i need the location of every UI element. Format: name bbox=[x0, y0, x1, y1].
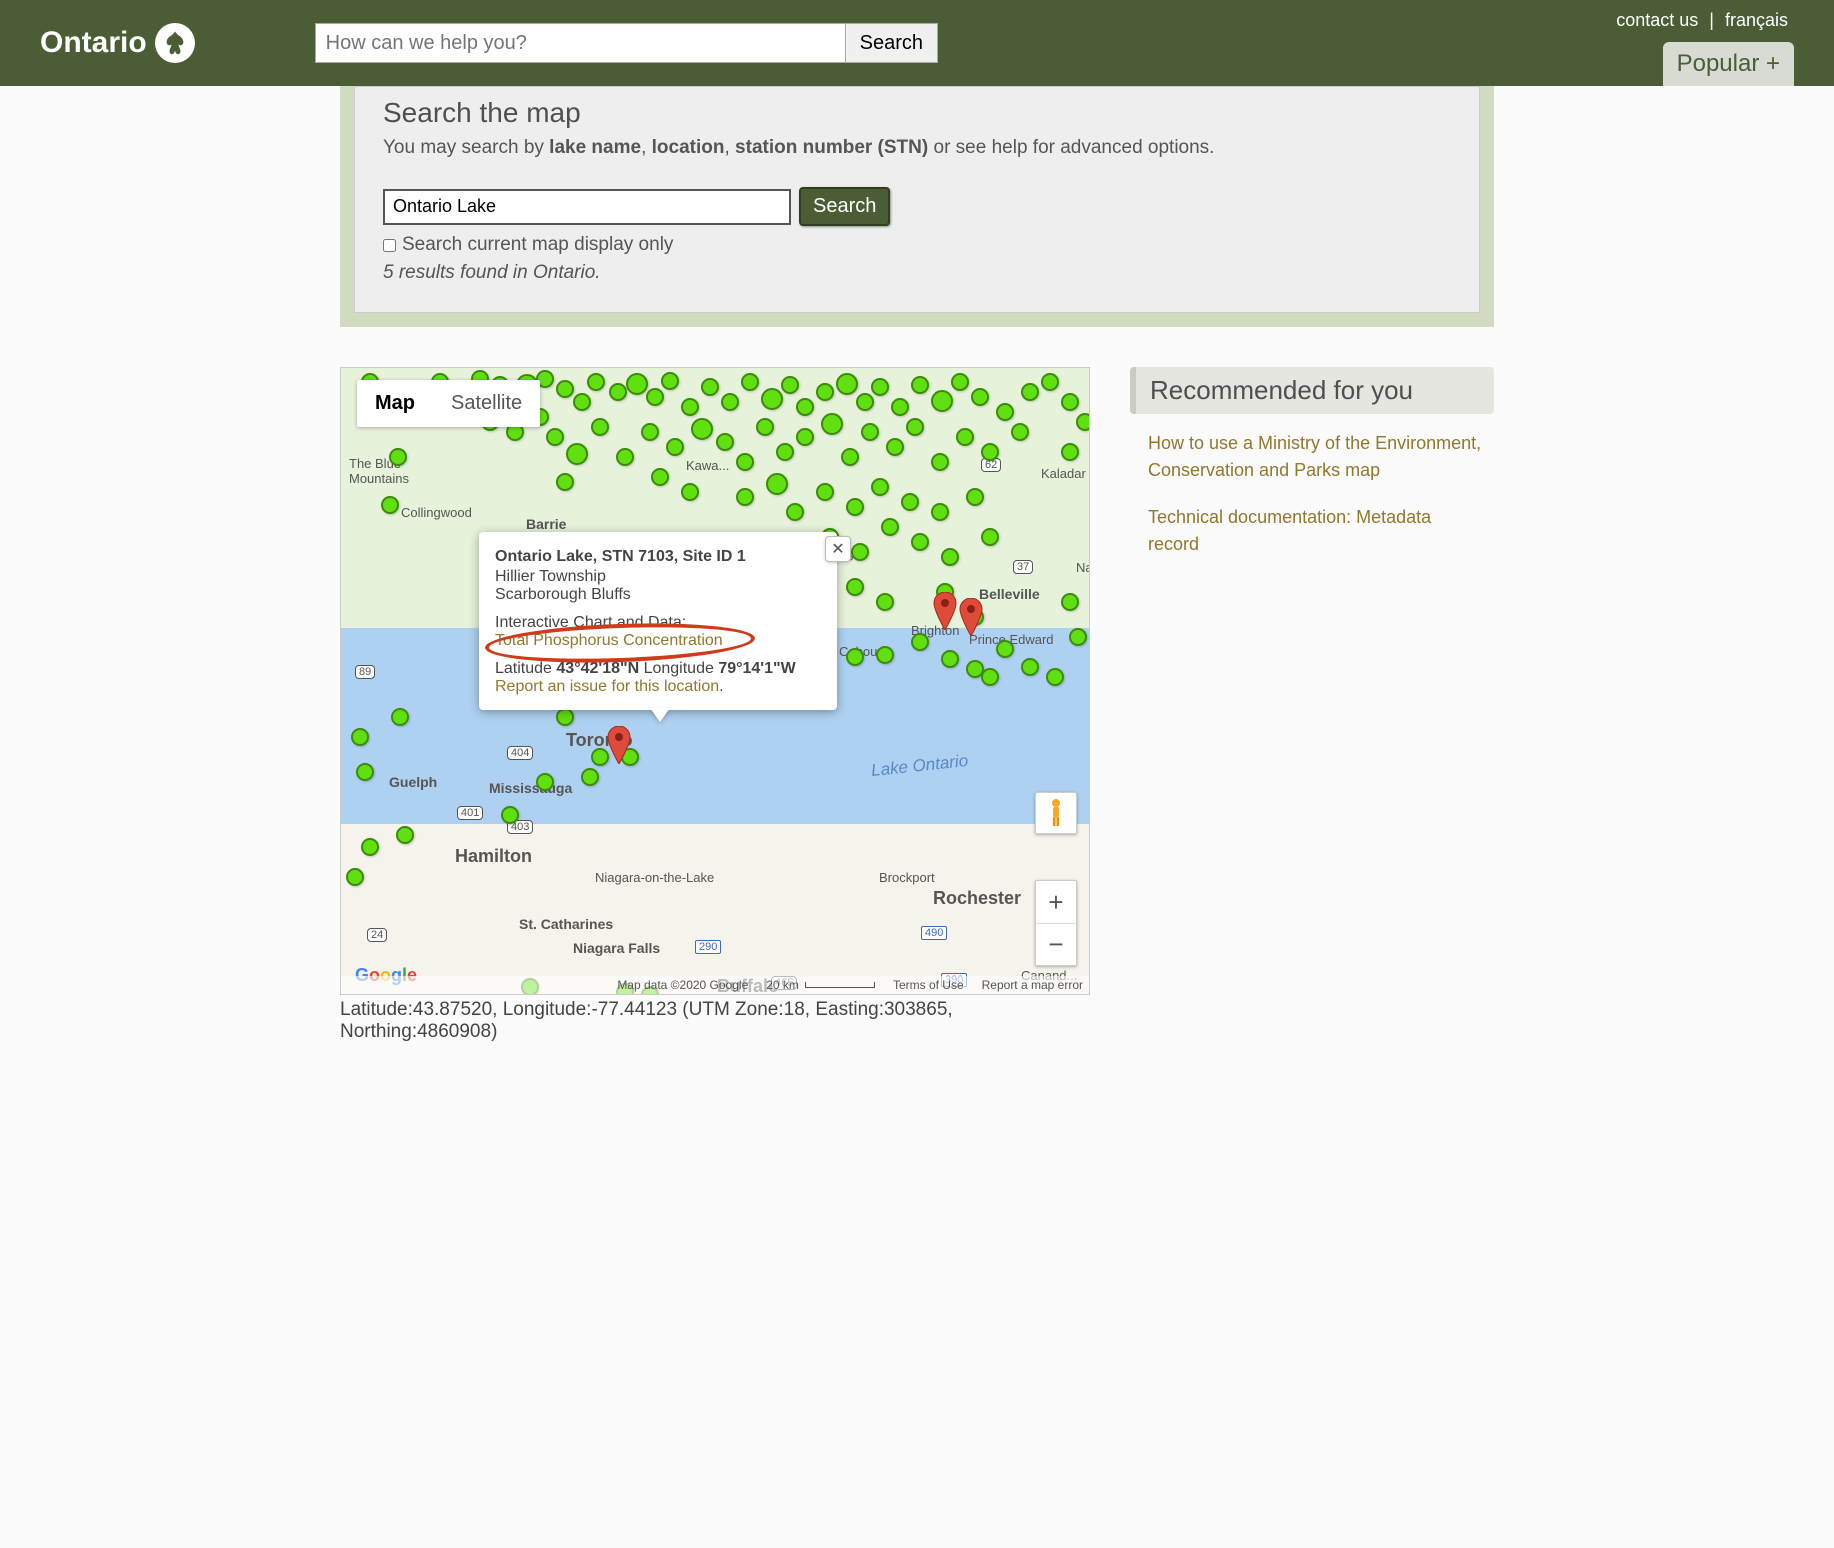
popup-title: Ontario Lake, STN 7103, Site ID 1 bbox=[495, 548, 821, 566]
popup-tail bbox=[650, 708, 670, 722]
map-marker-icon[interactable] bbox=[933, 592, 957, 630]
coord-value: 79°14'1"W bbox=[718, 660, 795, 677]
desc-bold: station number (STN) bbox=[735, 137, 928, 158]
ontario-trillium-icon bbox=[155, 23, 195, 63]
map-land-region bbox=[341, 824, 1089, 994]
map-search-input[interactable] bbox=[383, 189, 791, 225]
recommended-panel: Recommended for you How to use a Ministr… bbox=[1130, 367, 1494, 558]
map-marker-icon[interactable] bbox=[607, 726, 631, 764]
coord-label: Longitude bbox=[639, 660, 718, 677]
streetview-pegman-button[interactable] bbox=[1035, 792, 1077, 834]
route-badge: 404 bbox=[507, 746, 533, 760]
top-utility-links: contact us | français bbox=[1610, 10, 1794, 31]
desc-text: , bbox=[641, 137, 652, 158]
recommended-link[interactable]: How to use a Ministry of the Environment… bbox=[1148, 430, 1484, 484]
interactive-map[interactable]: Lake Ontario The Blue Mountains Collingw… bbox=[340, 367, 1090, 995]
search-map-heading: Search the map bbox=[383, 97, 1451, 129]
scale-text: 20 km bbox=[766, 978, 799, 992]
global-search-button[interactable]: Search bbox=[845, 23, 938, 63]
map-search-button[interactable]: Search bbox=[799, 187, 890, 226]
report-map-error-link[interactable]: Report a map error bbox=[982, 978, 1083, 992]
lake-ontario-label: Lake Ontario bbox=[870, 751, 969, 781]
search-map-panel-outer: Search the map You may search by lake na… bbox=[340, 86, 1494, 327]
popup-coordinates: Latitude 43°42'18"N Longitude 79°14'1"W bbox=[495, 660, 821, 678]
popular-dropdown-toggle[interactable]: Popular + bbox=[1663, 42, 1794, 86]
period: . bbox=[719, 678, 723, 695]
popup-section-label: Interactive Chart and Data: bbox=[495, 614, 821, 632]
search-map-description: You may search by lake name, location, s… bbox=[383, 137, 1451, 159]
pegman-icon bbox=[1044, 798, 1068, 828]
contact-us-link[interactable]: contact us bbox=[1610, 10, 1704, 30]
global-search-input[interactable] bbox=[315, 23, 845, 63]
report-issue-link[interactable]: Report an issue for this location bbox=[495, 678, 719, 695]
coord-label: Latitude bbox=[495, 660, 556, 677]
search-current-display-label[interactable]: Search current map display only bbox=[383, 234, 1451, 256]
city-label: Mississauga bbox=[489, 780, 572, 796]
search-current-display-checkbox[interactable] bbox=[383, 239, 396, 252]
close-icon[interactable]: ✕ bbox=[825, 536, 851, 562]
terms-of-use-link[interactable]: Terms of Use bbox=[893, 978, 964, 992]
station-info-popup: ✕ Ontario Lake, STN 7103, Site ID 1 Hill… bbox=[479, 532, 837, 710]
cursor-coordinates-readout: Latitude:43.87520, Longitude:-77.44123 (… bbox=[340, 999, 1090, 1043]
map-scale: 20 km bbox=[766, 978, 875, 992]
checkbox-text: Search current map display only bbox=[402, 234, 673, 256]
map-tab-map[interactable]: Map bbox=[357, 380, 433, 427]
desc-bold: location bbox=[652, 137, 725, 158]
map-tab-satellite[interactable]: Satellite bbox=[433, 380, 540, 427]
route-badge: 89 bbox=[355, 665, 375, 679]
recommended-heading: Recommended for you bbox=[1130, 367, 1494, 414]
logo-text: Ontario bbox=[40, 26, 147, 60]
city-label: Guelph bbox=[389, 774, 437, 790]
map-marker-icon[interactable] bbox=[959, 598, 983, 636]
results-count-text: 5 results found in Ontario. bbox=[383, 262, 1451, 284]
desc-text: or see help for advanced options. bbox=[928, 137, 1214, 158]
site-logo[interactable]: Ontario bbox=[40, 23, 195, 63]
map-type-selector: Map Satellite bbox=[357, 380, 540, 427]
site-header: Ontario Search contact us | français Pop… bbox=[0, 0, 1834, 86]
link-separator: | bbox=[1709, 10, 1714, 30]
chart-data-link[interactable]: Total Phosphorus Concentration bbox=[495, 632, 723, 649]
popup-subtitle: Scarborough Bluffs bbox=[495, 586, 821, 604]
search-map-panel: Search the map You may search by lake na… bbox=[354, 86, 1480, 313]
zoom-in-button[interactable]: + bbox=[1036, 881, 1076, 923]
recommended-link[interactable]: Technical documentation: Metadata record bbox=[1148, 504, 1484, 558]
popup-subtitle: Hillier Township bbox=[495, 568, 821, 586]
desc-bold: lake name bbox=[549, 137, 641, 158]
coord-value: 43°42'18"N bbox=[556, 660, 639, 677]
zoom-out-button[interactable]: − bbox=[1036, 923, 1076, 965]
desc-text: , bbox=[724, 137, 735, 158]
global-search: Search bbox=[315, 23, 938, 63]
map-copyright: Map data ©2020 Google bbox=[617, 978, 748, 992]
desc-text: You may search by bbox=[383, 137, 549, 158]
route-badge: 401 bbox=[457, 806, 483, 820]
zoom-controls: + − bbox=[1035, 880, 1077, 966]
map-attribution-bar: Map data ©2020 Google 20 km Terms of Use… bbox=[341, 976, 1089, 994]
language-toggle-link[interactable]: français bbox=[1719, 10, 1794, 30]
scale-bar-icon bbox=[805, 982, 875, 988]
